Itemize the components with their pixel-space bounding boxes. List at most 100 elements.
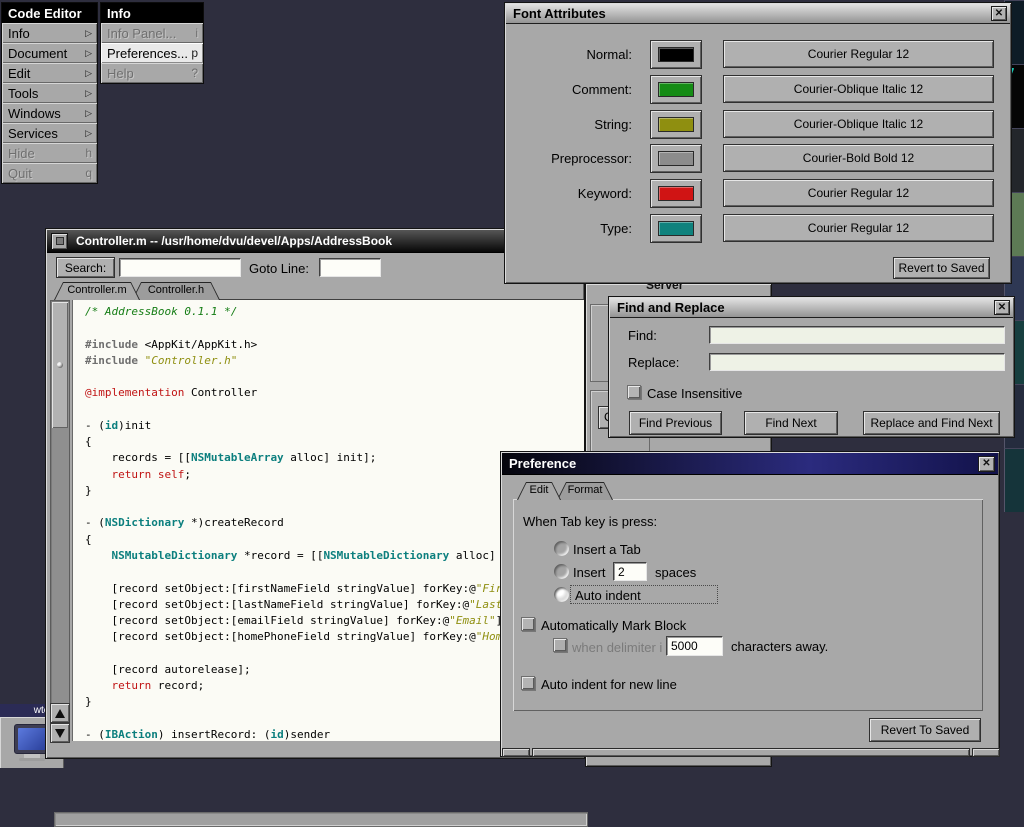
color-swatch-string bbox=[658, 117, 694, 132]
find-label: Find: bbox=[628, 328, 657, 343]
replace-input[interactable] bbox=[709, 353, 1005, 371]
auto-indent-new-line-checkbox[interactable] bbox=[521, 676, 535, 690]
menu-item-quit[interactable]: Quitq bbox=[2, 163, 97, 183]
font-attributes-title-bar[interactable]: Font Attributes ✕ bbox=[506, 4, 1010, 24]
search-input[interactable] bbox=[119, 258, 241, 277]
menu-item-edit[interactable]: Edit▷ bbox=[2, 63, 97, 83]
font-button-comment[interactable]: Courier-Oblique Italic 12 bbox=[723, 75, 994, 103]
dock-tile[interactable] bbox=[1004, 448, 1024, 512]
vertical-scrollbar[interactable] bbox=[50, 300, 70, 743]
radio-auto-indent[interactable] bbox=[554, 587, 569, 602]
submenu-item-info-panel[interactable]: Info Panel...i bbox=[101, 23, 203, 43]
main-menu-title[interactable]: Code Editor bbox=[2, 3, 97, 23]
font-button-preprocessor[interactable]: Courier-Bold Bold 12 bbox=[723, 144, 994, 172]
radio-insert-a-tab[interactable] bbox=[554, 541, 569, 556]
code-token: } bbox=[85, 484, 92, 497]
scroll-down-button[interactable] bbox=[50, 723, 70, 743]
editor-title-bar[interactable]: Controller.m -- /usr/home/dvu/devel/Apps… bbox=[47, 230, 583, 253]
color-swatch-button-keyword[interactable] bbox=[650, 179, 702, 208]
submenu-item-preferences[interactable]: Preferences...p bbox=[101, 43, 203, 63]
case-insensitive-checkbox[interactable] bbox=[627, 385, 641, 399]
code-token: - ( bbox=[85, 728, 105, 741]
color-swatch-button-preprocessor[interactable] bbox=[650, 144, 702, 173]
code-line: #include <AppKit/AppKit.h> bbox=[85, 337, 584, 353]
replace-and-find-next-button[interactable]: Replace and Find Next bbox=[863, 411, 1000, 435]
desktop: { "ui": { "desktop_bg": "#2e2e3e", "wind… bbox=[0, 0, 1024, 768]
preference-title-bar[interactable]: Preference ✕ bbox=[502, 453, 998, 475]
miniaturize-button[interactable] bbox=[51, 233, 68, 250]
code-token: id bbox=[105, 419, 118, 432]
editor-window-title: Controller.m -- /usr/home/dvu/devel/Apps… bbox=[76, 234, 392, 248]
find-replace-title-bar[interactable]: Find and Replace ✕ bbox=[610, 298, 1013, 318]
close-icon[interactable]: ✕ bbox=[978, 456, 995, 472]
code-token: *)createRecord bbox=[184, 516, 283, 529]
find-replace-title: Find and Replace bbox=[617, 300, 725, 315]
font-button-type[interactable]: Courier Regular 12 bbox=[723, 214, 994, 242]
code-token bbox=[85, 468, 112, 481]
find-previous-button[interactable]: Find Previous bbox=[629, 411, 722, 435]
tab-controller-h[interactable]: Controller.h bbox=[132, 282, 220, 300]
info-submenu-title[interactable]: Info bbox=[101, 3, 203, 23]
close-icon[interactable]: ✕ bbox=[991, 6, 1007, 21]
goto-line-label: Goto Line: bbox=[249, 261, 309, 276]
goto-line-input[interactable] bbox=[319, 258, 381, 277]
color-swatch-button-string[interactable] bbox=[650, 110, 702, 139]
menu-item-document[interactable]: Document▷ bbox=[2, 43, 97, 63]
menu-item-tools[interactable]: Tools▷ bbox=[2, 83, 97, 103]
menu-item-info[interactable]: Info▷ bbox=[2, 23, 97, 43]
color-swatch-button-comment[interactable] bbox=[650, 75, 702, 104]
code-token: *record = [[ bbox=[237, 549, 323, 562]
tab-format[interactable]: Format bbox=[557, 482, 613, 500]
code-token: return self bbox=[112, 468, 185, 481]
window-resize-bar-left[interactable] bbox=[502, 748, 530, 757]
color-swatch-keyword bbox=[658, 186, 694, 201]
code-token: )sender bbox=[284, 728, 330, 741]
main-menu-items: Info▷Document▷Edit▷Tools▷Windows▷Service… bbox=[2, 23, 97, 183]
code-token: return bbox=[112, 679, 152, 692]
code-line: - (id)init bbox=[85, 418, 584, 434]
characters-away-label: characters away. bbox=[731, 639, 828, 654]
revert-to-saved-button[interactable]: Revert To Saved bbox=[869, 718, 981, 742]
automatically-mark-block-checkbox[interactable] bbox=[521, 617, 535, 631]
tab-controller-m[interactable]: Controller.m bbox=[54, 282, 140, 300]
radio-insert-spaces[interactable] bbox=[554, 564, 569, 579]
menu-item-hide[interactable]: Hideh bbox=[2, 143, 97, 163]
code-token: #include bbox=[85, 338, 138, 351]
when-delimiter-checkbox[interactable] bbox=[553, 638, 567, 652]
menu-item-label: Document bbox=[8, 46, 85, 61]
menu-item-windows[interactable]: Windows▷ bbox=[2, 103, 97, 123]
color-swatch-button-normal[interactable] bbox=[650, 40, 702, 69]
scroll-up-button[interactable] bbox=[50, 703, 70, 723]
font-button-string[interactable]: Courier-Oblique Italic 12 bbox=[723, 110, 994, 138]
horizontal-scrollbar[interactable] bbox=[54, 812, 588, 827]
submenu-arrow-icon: ▷ bbox=[85, 48, 92, 59]
tab-edit[interactable]: Edit bbox=[517, 482, 561, 500]
miniaturize-icon bbox=[56, 237, 64, 245]
code-token: IBAction bbox=[105, 728, 158, 741]
color-swatch-button-type[interactable] bbox=[650, 214, 702, 243]
find-next-button[interactable]: Find Next bbox=[744, 411, 838, 435]
code-token: [record setObject:[lastNameField stringV… bbox=[85, 598, 469, 611]
window-resize-bar-middle[interactable] bbox=[532, 748, 970, 757]
submenu-item-help[interactable]: Help? bbox=[101, 63, 203, 83]
find-input[interactable] bbox=[709, 326, 1005, 344]
editor-toolbar: Search: Goto Line: bbox=[47, 253, 583, 282]
window-resize-bar-right[interactable] bbox=[972, 748, 1000, 757]
menu-item-key: h bbox=[85, 146, 92, 160]
font-button-keyword[interactable]: Courier Regular 12 bbox=[723, 179, 994, 207]
revert-to-saved-button[interactable]: Revert to Saved bbox=[893, 257, 990, 279]
font-button-normal[interactable]: Courier Regular 12 bbox=[723, 40, 994, 68]
menu-item-label: Preferences... bbox=[107, 46, 191, 61]
menu-item-services[interactable]: Services▷ bbox=[2, 123, 97, 143]
search-button[interactable]: Search: bbox=[56, 257, 115, 278]
submenu-arrow-icon: ▷ bbox=[85, 28, 92, 39]
code-token bbox=[85, 679, 112, 692]
delimiter-distance-input[interactable] bbox=[666, 636, 723, 656]
menu-item-key: p bbox=[191, 46, 198, 60]
code-token: records = [[ bbox=[85, 451, 191, 464]
spaces-count-input[interactable] bbox=[613, 562, 647, 581]
close-icon[interactable]: ✕ bbox=[994, 300, 1010, 315]
font-attr-label-comment: Comment: bbox=[505, 82, 632, 97]
code-token: NSMutableDictionary bbox=[112, 549, 238, 562]
scrollbar-thumb[interactable] bbox=[52, 302, 68, 428]
